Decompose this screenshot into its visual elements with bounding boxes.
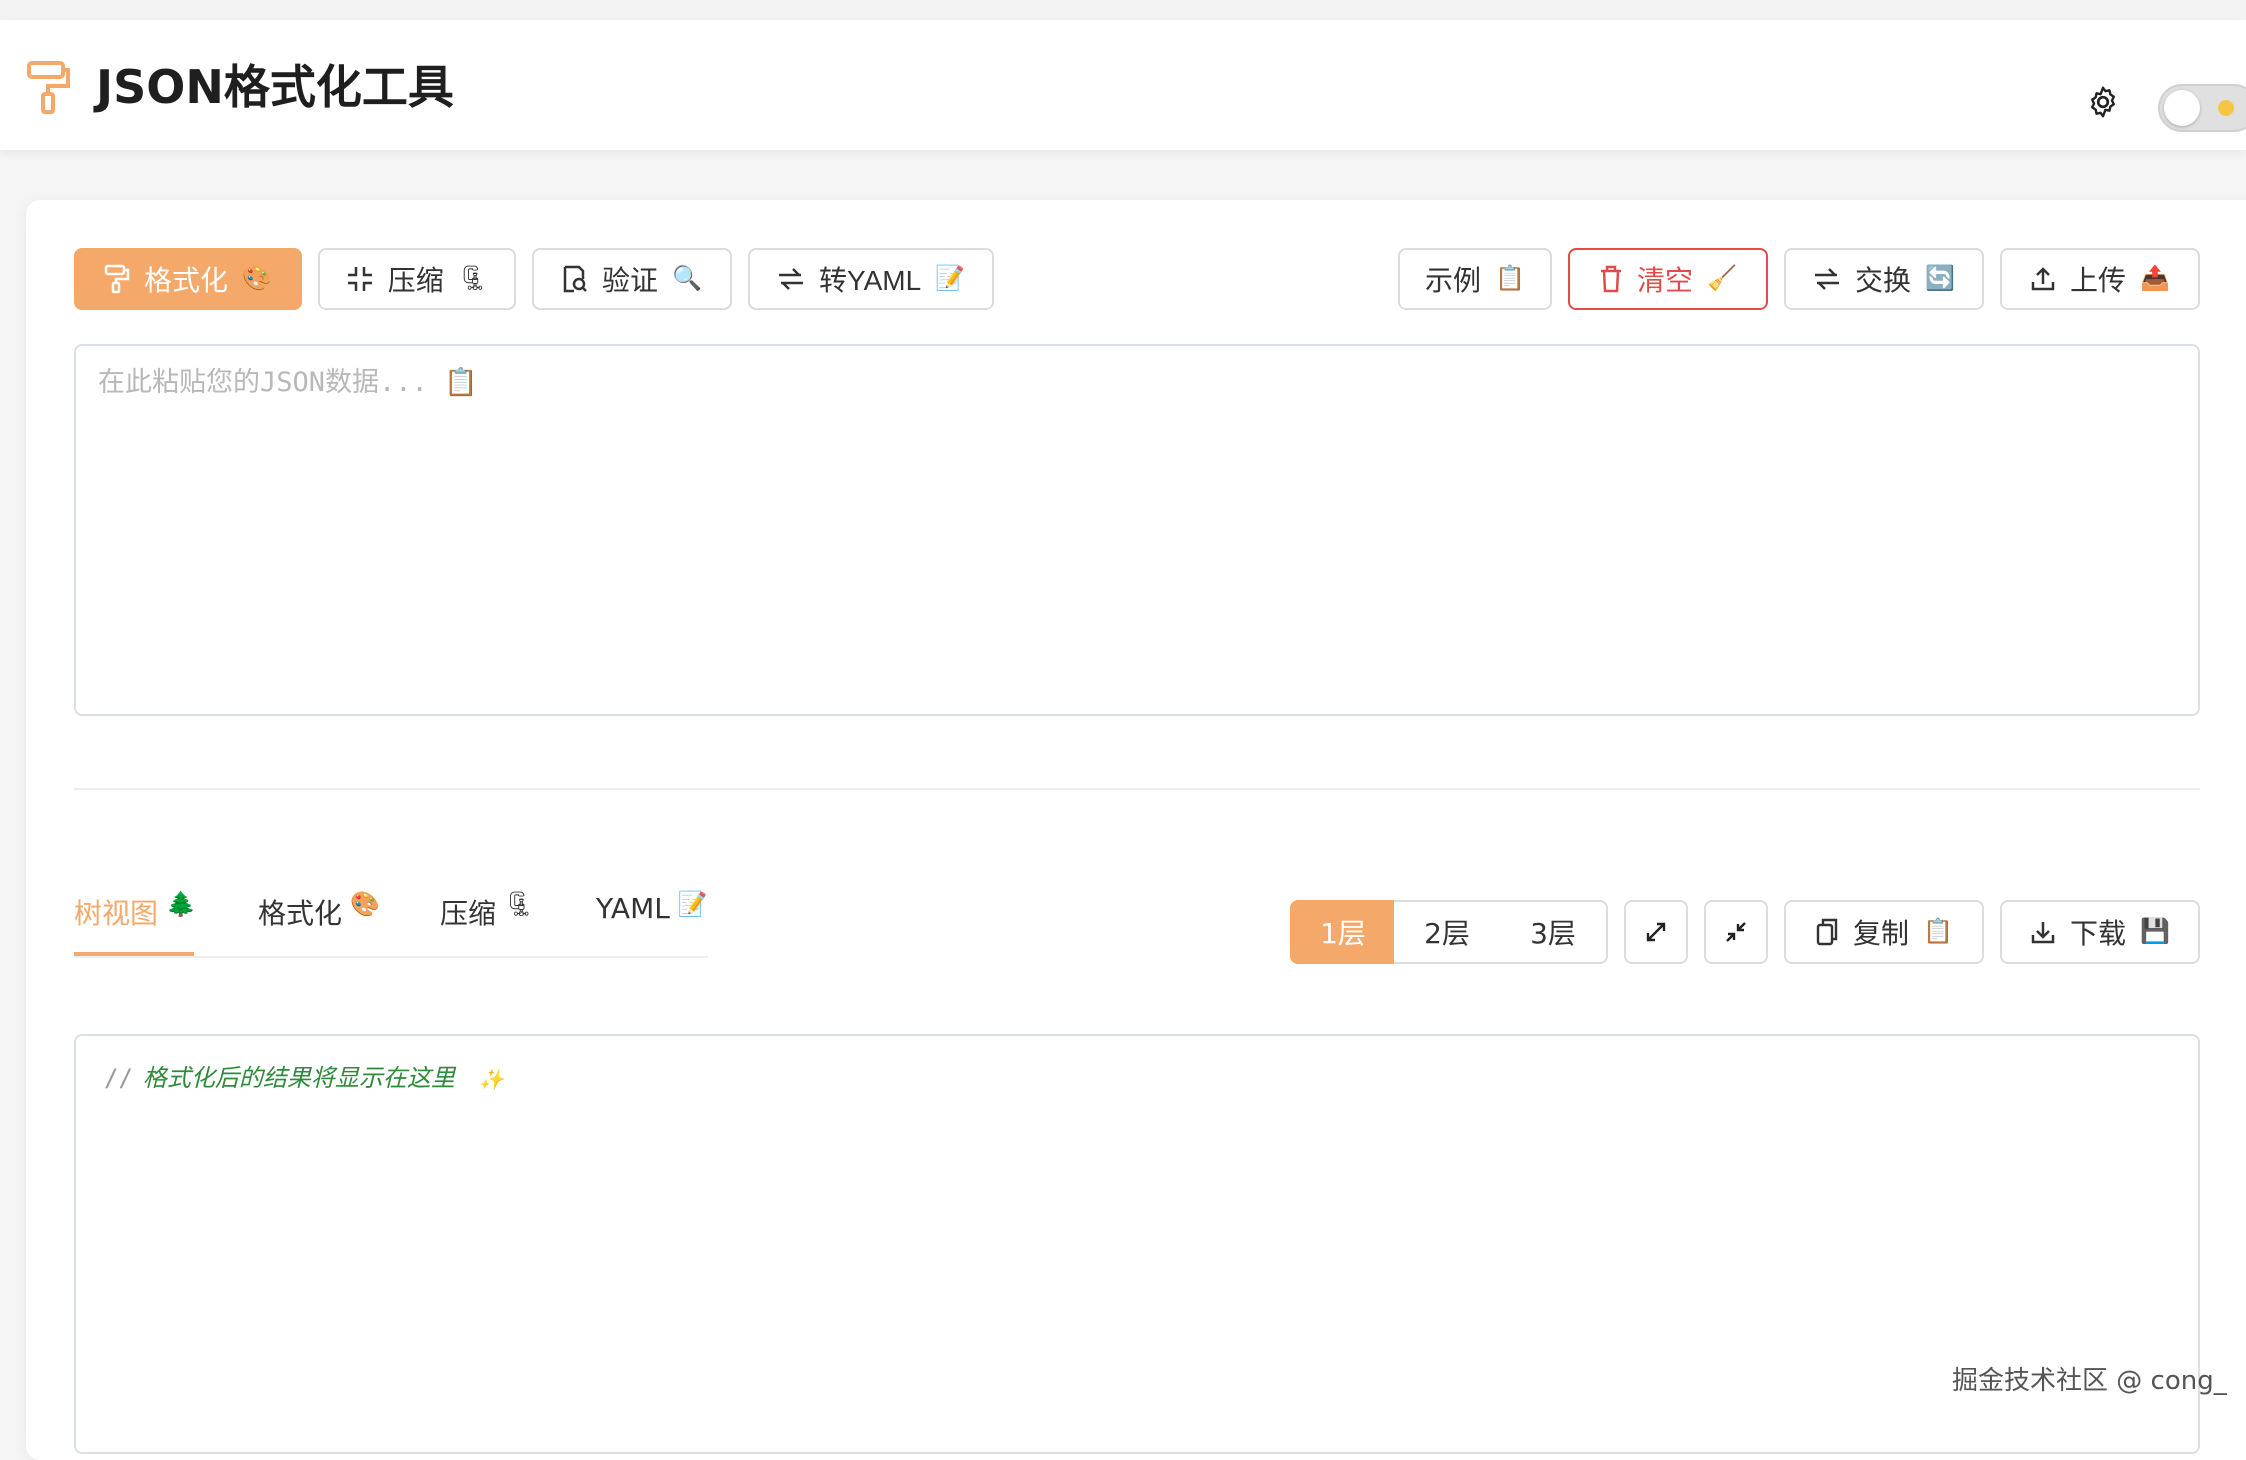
- floppy-emoji: 💾: [2140, 918, 2170, 945]
- json-input-box: [74, 344, 2200, 716]
- document-search-icon: [563, 265, 587, 293]
- trash-icon: [1601, 265, 1622, 293]
- to-yaml-button[interactable]: 转YAML 📝: [748, 248, 994, 310]
- swap-button[interactable]: 交换 🔄: [1784, 248, 1984, 310]
- compress-icon: [347, 267, 372, 291]
- palette-emoji: 🎨: [242, 265, 272, 292]
- memo-emoji: 📝: [677, 890, 708, 918]
- clipboard-emoji: 📋: [1923, 918, 1953, 945]
- tree-emoji: 🌲: [166, 890, 196, 918]
- swap-button-label: 交换: [1855, 265, 1912, 296]
- download-button-label: 下载: [2070, 918, 2127, 949]
- upload-icon: [2031, 267, 2055, 291]
- clear-button[interactable]: 清空 🧹: [1568, 248, 1768, 310]
- format-button-label: 格式化: [144, 265, 229, 296]
- output-placeholder-text: 格式化后的结果将显示在这里: [142, 1064, 455, 1092]
- theme-toggle[interactable]: [2158, 84, 2246, 132]
- magnifier-emoji: 🔍: [672, 265, 702, 292]
- tab-compressed[interactable]: 压缩 🗜: [440, 880, 534, 952]
- compress-button-label: 压缩: [387, 265, 444, 296]
- tab-label: 树视图: [74, 897, 159, 930]
- copy-button[interactable]: 复制 📋: [1784, 900, 1984, 964]
- tab-yaml[interactable]: YAML 📝: [596, 880, 708, 952]
- download-icon: [2031, 922, 2055, 944]
- level-3-button[interactable]: 3层: [1500, 900, 1608, 964]
- example-button[interactable]: 示例 📋: [1398, 248, 1552, 310]
- sun-icon: [2218, 100, 2234, 116]
- swap-arrows-icon: [778, 268, 803, 290]
- sparkles-emoji: ✨: [479, 1067, 505, 1091]
- copy-icon: [1816, 918, 1838, 946]
- collapse-icon: [1726, 922, 1746, 942]
- level-2-button[interactable]: 2层: [1394, 900, 1502, 964]
- upload-button-label: 上传: [2070, 265, 2127, 296]
- output-panel[interactable]: // 格式化后的结果将显示在这里 ✨: [74, 1034, 2200, 1454]
- copy-button-label: 复制: [1853, 918, 1910, 949]
- refresh-emoji: 🔄: [1925, 265, 1955, 292]
- toggle-knob: [2164, 90, 2200, 126]
- top-strip: [0, 0, 2246, 20]
- example-button-label: 示例: [1425, 265, 1482, 296]
- paint-roller-icon: [104, 264, 130, 294]
- validate-button[interactable]: 验证 🔍: [532, 248, 732, 310]
- output-placeholder: // 格式化后的结果将显示在这里 ✨: [104, 1058, 504, 1093]
- expand-all-button[interactable]: [1624, 900, 1688, 964]
- comment-prefix: //: [104, 1064, 133, 1092]
- app-header: JSON格式化工具: [0, 20, 2246, 150]
- level-1-button[interactable]: 1层: [1290, 900, 1396, 964]
- clear-button-label: 清空: [1637, 265, 1694, 296]
- gear-icon[interactable]: [2085, 84, 2121, 120]
- broom-emoji: 🧹: [1707, 265, 1737, 292]
- tab-formatted[interactable]: 格式化 🎨: [258, 880, 380, 952]
- tab-label: YAML: [596, 892, 670, 925]
- tab-label: 格式化: [258, 897, 343, 930]
- upload-button[interactable]: 上传 📤: [2000, 248, 2200, 310]
- paint-roller-icon: [27, 61, 70, 114]
- tab-label: 压缩: [440, 897, 497, 930]
- watermark: 掘金技术社区 @ cong_: [1952, 1366, 2227, 1396]
- section-divider: [74, 788, 2200, 790]
- tab-tree-view[interactable]: 树视图 🌲: [74, 880, 196, 956]
- clipboard-emoji: 📋: [1495, 265, 1525, 292]
- clamp-emoji: 🗜: [457, 265, 489, 292]
- json-input[interactable]: [76, 346, 2198, 714]
- outbox-emoji: 📤: [2140, 265, 2170, 292]
- format-button[interactable]: 格式化 🎨: [74, 248, 302, 310]
- output-tabs: 树视图 🌲 格式化 🎨 压缩 🗜 YAML 📝: [74, 880, 708, 958]
- page-title: JSON格式化工具: [96, 60, 454, 114]
- palette-emoji: 🎨: [350, 890, 380, 918]
- memo-emoji: 📝: [935, 265, 966, 292]
- clamp-emoji: 🗜: [504, 890, 535, 918]
- expand-icon: [1646, 922, 1666, 942]
- compress-button[interactable]: 压缩 🗜: [318, 248, 516, 310]
- download-button[interactable]: 下载 💾: [2000, 900, 2200, 964]
- collapse-all-button[interactable]: [1704, 900, 1768, 964]
- validate-button-label: 验证: [602, 265, 659, 296]
- to-yaml-button-label: 转YAML: [818, 265, 922, 296]
- swap-arrows-icon: [1815, 268, 1840, 290]
